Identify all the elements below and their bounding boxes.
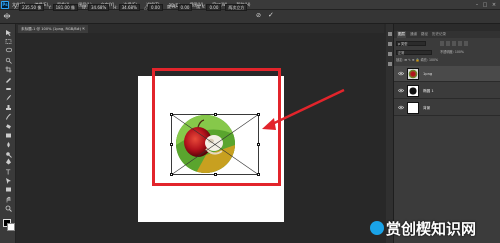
layer-filter-select[interactable]: ρ 类型 xyxy=(396,41,426,46)
transform-field: 度 V: 0.00 xyxy=(196,3,222,11)
layer-row[interactable]: 1png xyxy=(394,66,500,82)
transform-field-input[interactable]: 34.68% xyxy=(88,3,110,11)
transform-field-input[interactable]: 181.00 像 xyxy=(52,3,78,11)
transform-tool-icon[interactable] xyxy=(3,12,11,20)
zoom-tool-icon[interactable] xyxy=(4,205,12,213)
panel-tab[interactable]: 历史记录 xyxy=(432,31,446,38)
panel-dock-strip xyxy=(386,24,394,243)
transform-field: W: 34.68% xyxy=(81,3,110,11)
minimize-icon[interactable]: – xyxy=(474,2,480,8)
maximize-icon[interactable]: □ xyxy=(482,2,488,8)
layer-name: 背景 xyxy=(423,106,431,110)
options-bar xyxy=(0,10,500,24)
stamp-tool-icon[interactable] xyxy=(4,103,12,111)
filter-adjust-icon[interactable] xyxy=(446,41,450,46)
interpolation-select[interactable]: 两次立方 xyxy=(225,3,248,11)
lock-row[interactable]: 锁定: ⊞ ✎ ⊕ 🔒 填充: 100% xyxy=(396,58,498,63)
shape-tool-icon[interactable] xyxy=(4,186,12,194)
commit-transform-icon[interactable]: ✓ xyxy=(268,11,274,19)
eyedropper-tool-icon[interactable] xyxy=(4,75,12,83)
transform-field-label: 度 H: xyxy=(166,4,177,9)
brush-tool-icon[interactable] xyxy=(4,94,12,102)
transform-field-label: X: xyxy=(14,4,19,10)
filter-text-icon[interactable] xyxy=(452,41,456,46)
panel-tab[interactable]: 通道 xyxy=(410,31,417,38)
filter-shape-icon[interactable] xyxy=(458,41,462,46)
filter-pixel-icon[interactable] xyxy=(440,41,444,46)
svg-text:T: T xyxy=(5,168,11,175)
transform-field-input[interactable]: 0.00 xyxy=(206,3,222,11)
transform-field-input[interactable]: 0.00 xyxy=(147,3,163,11)
transform-field: △ 0.00 xyxy=(143,3,163,11)
gradient-tool-icon[interactable] xyxy=(4,131,12,139)
panel-tab[interactable]: 路径 xyxy=(421,31,428,38)
layer-name: 1png xyxy=(423,72,433,76)
lasso-tool-icon[interactable] xyxy=(4,47,12,55)
opacity-field[interactable]: 不透明度: 100% xyxy=(440,50,496,55)
transform-field-input[interactable]: 0.00 xyxy=(177,3,193,11)
layer-thumbnail xyxy=(407,102,419,114)
healing-tool-icon[interactable] xyxy=(4,84,12,92)
transform-field-input[interactable]: 34.68% xyxy=(118,3,140,11)
eye-icon[interactable] xyxy=(398,71,405,76)
eye-icon[interactable] xyxy=(398,105,405,110)
close-window-icon[interactable]: × xyxy=(491,2,497,8)
cancel-transform-icon[interactable]: ⊘ xyxy=(256,12,261,19)
layer-row[interactable]: 椭圆 1 xyxy=(394,83,500,99)
panel-tabs: 图层 通道 路径 历史记录 xyxy=(394,31,500,38)
eye-icon[interactable] xyxy=(398,88,405,93)
watermark-text: 赏创楔知识网 xyxy=(386,219,477,238)
layer-thumbnail xyxy=(407,68,419,80)
quick-select-tool-icon[interactable] xyxy=(4,56,12,64)
layer-row[interactable]: 背景 xyxy=(394,100,500,116)
background-color-swatch[interactable] xyxy=(7,223,15,231)
layer-name: 椭圆 1 xyxy=(423,89,434,93)
panel-tab[interactable]: 图层 xyxy=(397,31,406,38)
watermark: 赏创楔知识网 xyxy=(370,215,476,241)
transform-field-label: H: xyxy=(113,4,118,10)
transform-field-label: W: xyxy=(81,4,87,10)
transform-fields: X: 235.50 像 Y: 181.00 像 W: 34.68% H: 34.68% △ 0.0… xyxy=(14,3,248,11)
pen-tool-icon[interactable] xyxy=(4,158,12,166)
transform-field-label: Y: xyxy=(48,4,52,10)
hand-tool-icon[interactable] xyxy=(4,195,12,203)
move-tool-icon[interactable] xyxy=(4,28,12,36)
blend-mode-select[interactable]: 正常 xyxy=(396,50,432,55)
type-tool-icon[interactable]: T xyxy=(4,167,12,175)
transform-field-label: 度 V: xyxy=(196,4,206,9)
highlight-box xyxy=(152,68,281,186)
panel-header xyxy=(394,24,500,31)
transform-field-input[interactable]: 235.50 像 xyxy=(19,3,45,11)
photoshop-logo: Ps xyxy=(1,1,9,9)
path-select-tool-icon[interactable] xyxy=(4,176,12,184)
layer-thumbnail xyxy=(407,85,419,97)
transform-field: Y: 181.00 像 xyxy=(48,3,78,11)
tab-close-icon[interactable]: × xyxy=(82,25,85,33)
marquee-tool-icon[interactable] xyxy=(4,37,12,45)
blur-tool-icon[interactable] xyxy=(4,141,12,149)
watermark-logo-icon xyxy=(370,221,384,235)
layers-panel xyxy=(394,24,500,243)
transform-field: X: 235.50 像 xyxy=(14,3,45,11)
transform-field: H: 34.68% xyxy=(113,3,140,11)
document-tab[interactable]: 未标题-1 @ 100% (1png, RGB/8#) * xyxy=(18,25,88,33)
transform-field-label: △ xyxy=(143,4,147,10)
eraser-tool-icon[interactable] xyxy=(4,122,12,130)
history-brush-tool-icon[interactable] xyxy=(4,113,12,121)
filter-smart-icon[interactable] xyxy=(464,41,468,46)
crop-tool-icon[interactable] xyxy=(4,66,12,74)
transform-field: 度 H: 0.00 xyxy=(166,3,193,11)
